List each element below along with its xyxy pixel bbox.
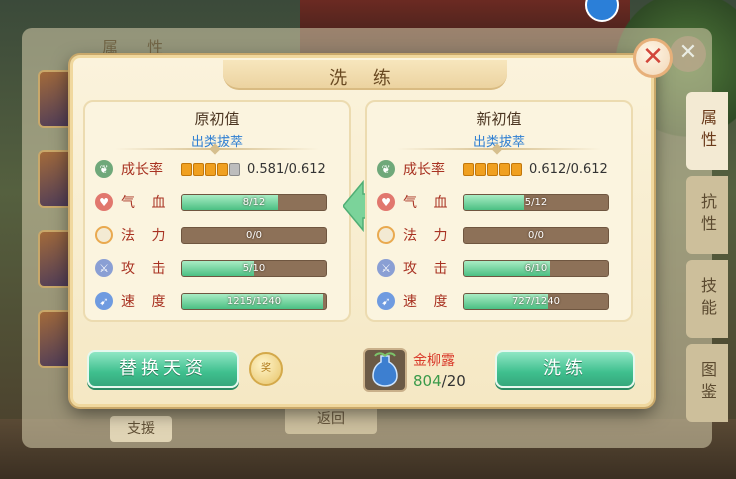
stat-bar: 727/1240 — [463, 292, 609, 310]
stat-value: 8/12 — [242, 196, 266, 208]
tab-codex[interactable]: 图鉴 — [686, 344, 728, 422]
stat-row-hp: ♥ 气 血 5/12 — [377, 191, 627, 213]
stat-bar: 6/10 — [463, 259, 609, 277]
stat-value: 727/1240 — [512, 295, 560, 307]
speed-icon: ➹ — [95, 292, 113, 310]
stat-row-attack: ⚔ 攻 击 5/10 — [95, 257, 345, 279]
stat-label: 法 力 — [403, 228, 454, 244]
item-need: /20 — [441, 372, 466, 390]
stat-bar: 0/0 — [181, 226, 327, 244]
dialog-title: 洗 练 — [329, 68, 401, 89]
refine-button[interactable]: 洗练 — [495, 350, 635, 388]
growth-icon: ❦ — [377, 160, 395, 178]
pip-filled — [487, 162, 498, 176]
mana-icon — [377, 226, 395, 244]
pip-filled — [511, 162, 522, 176]
stat-row-speed: ➹ 速 度 1215/1240 — [95, 290, 345, 312]
dialog-title-bar: 洗 练 — [223, 60, 507, 90]
heart-icon: ♥ — [377, 193, 395, 211]
stat-value: 0/0 — [245, 229, 263, 241]
panel-close-icon[interactable]: ✕ — [670, 36, 706, 72]
stat-label: 法 力 — [121, 228, 172, 244]
stat-row-attack: ⚔ 攻 击 6/10 — [377, 257, 627, 279]
stat-label: 攻 击 — [403, 261, 454, 277]
stat-value: 5/10 — [242, 262, 266, 274]
stat-value: 5/12 — [524, 196, 548, 208]
pip-filled — [193, 162, 204, 176]
pip-filled — [475, 162, 486, 176]
stat-label: 气 血 — [121, 195, 172, 211]
speed-icon: ➹ — [377, 292, 395, 310]
growth-label: 成长率 — [403, 162, 445, 178]
growth-label: 成长率 — [121, 162, 163, 178]
pip-filled — [181, 162, 192, 176]
growth-icon: ❦ — [95, 160, 113, 178]
stat-label: 速 度 — [121, 294, 172, 310]
stat-bar: 8/12 — [181, 193, 327, 211]
stat-value: 0/0 — [527, 229, 545, 241]
stat-row-hp: ♥ 气 血 8/12 — [95, 191, 345, 213]
divider — [397, 148, 601, 150]
refine-dialog: 洗 练 ✕ 原初值 出类拔萃 ❦ 成长率 0.581/0.612 ♥ 气 血 8… — [70, 38, 673, 407]
original-values-heading: 原初值 — [194, 110, 240, 128]
item-count: 804/20 — [413, 372, 466, 390]
item-slot[interactable] — [363, 348, 407, 392]
new-values-panel: 新初值 出类拔萃 ❦ 成长率 0.612/0.612 ♥ 气 血 5/12 法 … — [365, 100, 633, 322]
stat-row-mp: 法 力 0/0 — [95, 224, 345, 246]
stat-bar: 5/12 — [463, 193, 609, 211]
growth-pips — [463, 162, 523, 176]
tab-attributes[interactable]: 属性 — [686, 92, 728, 170]
item-name: 金柳露 — [413, 353, 455, 369]
stat-row-speed: ➹ 速 度 727/1240 — [377, 290, 627, 312]
stat-label: 速 度 — [403, 294, 454, 310]
original-values-panel: 原初值 出类拔萃 ❦ 成长率 0.581/0.612 ♥ 气 血 8/12 法 … — [83, 100, 351, 322]
reward-coin-icon[interactable]: 奖 — [249, 352, 283, 386]
vase-icon — [372, 352, 398, 387]
pip-filled — [205, 162, 216, 176]
growth-row: ❦ 成长率 0.612/0.612 — [377, 158, 627, 180]
replace-talent-button[interactable]: 替换天资 — [87, 350, 239, 388]
growth-value: 0.581/0.612 — [247, 161, 326, 177]
pip-filled — [463, 162, 474, 176]
divider — [115, 148, 319, 150]
growth-value: 0.612/0.612 — [529, 161, 608, 177]
new-values-heading: 新初值 — [476, 110, 522, 128]
stat-label: 攻 击 — [121, 261, 172, 277]
growth-row: ❦ 成长率 0.581/0.612 — [95, 158, 345, 180]
growth-pips — [181, 162, 241, 176]
heart-icon: ♥ — [95, 193, 113, 211]
pip-filled — [499, 162, 510, 176]
item-have: 804 — [413, 372, 442, 390]
stat-bar: 0/0 — [463, 226, 609, 244]
tab-resistance[interactable]: 抗性 — [686, 176, 728, 254]
stat-value: 6/10 — [524, 262, 548, 274]
tab-skills[interactable]: 技能 — [686, 260, 728, 338]
stat-label: 气 血 — [403, 195, 454, 211]
mana-icon — [95, 226, 113, 244]
sword-icon: ⚔ — [377, 259, 395, 277]
stat-bar: 5/10 — [181, 259, 327, 277]
side-tab-list: 属性 抗性 技能 图鉴 — [686, 92, 728, 428]
stat-row-mp: 法 力 0/0 — [377, 224, 627, 246]
sword-icon: ⚔ — [95, 259, 113, 277]
close-button[interactable]: ✕ — [633, 38, 673, 78]
pip-filled — [217, 162, 228, 176]
stat-value: 1215/1240 — [226, 295, 282, 307]
return-button[interactable]: 返回 — [285, 404, 377, 434]
stat-bar: 1215/1240 — [181, 292, 327, 310]
support-button[interactable]: 支援 — [110, 416, 172, 442]
pip-empty — [229, 162, 240, 176]
